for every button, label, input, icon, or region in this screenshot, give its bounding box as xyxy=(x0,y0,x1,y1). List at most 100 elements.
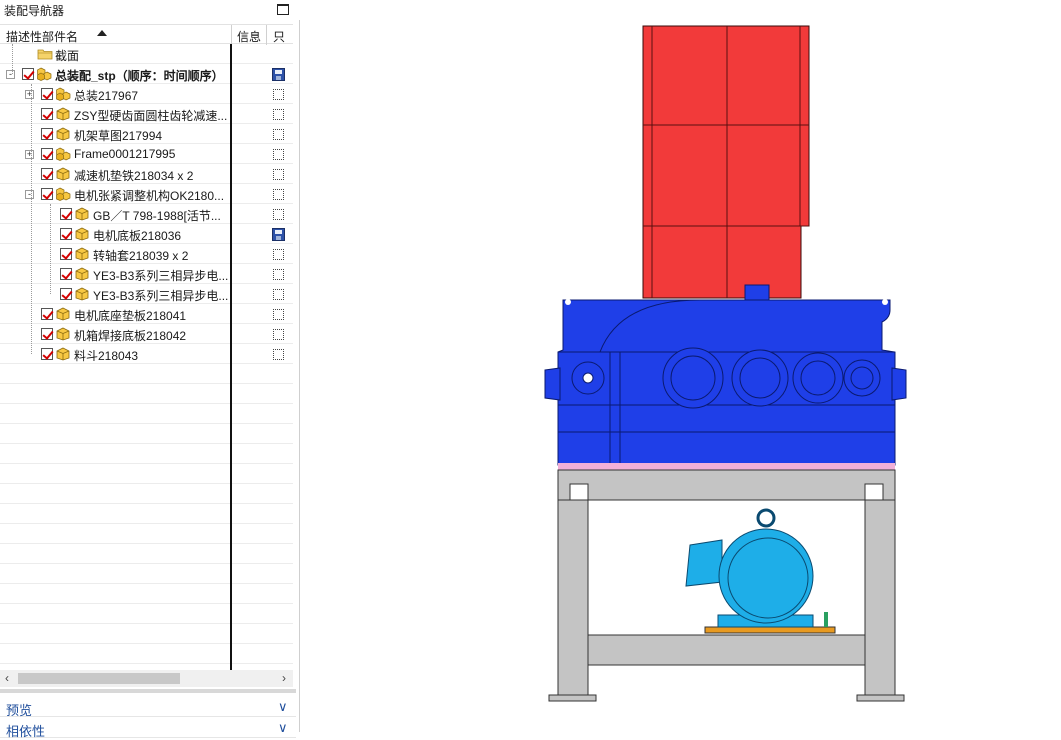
chevron-down-icon[interactable]: ∨ xyxy=(278,699,288,715)
tree-row[interactable]: 机箱焊接底板218042 xyxy=(0,324,293,344)
visibility-checkbox[interactable] xyxy=(41,348,53,360)
tree-row[interactable]: - 总装配_stp（顺序：时间顺序） xyxy=(0,64,293,84)
empty-row xyxy=(0,384,293,404)
tree-row[interactable]: YE3-B3系列三相异步电... xyxy=(0,264,293,284)
column-splitter[interactable] xyxy=(230,44,232,670)
tree-row[interactable]: 截面 xyxy=(0,44,293,64)
empty-row xyxy=(0,424,293,444)
visibility-checkbox[interactable] xyxy=(60,268,72,280)
panel-titlebar: 装配导航器 xyxy=(0,0,300,20)
scroll-left-icon[interactable]: ‹ xyxy=(5,671,9,685)
visibility-checkbox[interactable] xyxy=(60,248,72,260)
column-header-info[interactable]: 信息 xyxy=(237,28,261,45)
visibility-checkbox[interactable] xyxy=(41,308,53,320)
tree-row[interactable]: ZSY型硬齿面圆柱齿轮减速... xyxy=(0,104,293,124)
part-icon xyxy=(56,307,70,321)
part-icon xyxy=(75,207,89,221)
save-icon[interactable] xyxy=(272,228,285,241)
tree-row-label: 总装217967 xyxy=(74,89,139,103)
tree-row-label: 机架草图217994 xyxy=(74,129,163,143)
column-divider[interactable] xyxy=(231,25,232,45)
empty-row xyxy=(0,544,293,564)
tree-row[interactable]: + 总装217967 xyxy=(0,84,293,104)
empty-row xyxy=(0,564,293,584)
horizontal-scrollbar[interactable]: ‹ › xyxy=(0,670,293,687)
tree-row[interactable]: 转轴套218039 x 2 xyxy=(0,244,293,264)
assembly-tree: 截面 - 总装配_stp（顺序：时间顺序） + 总装217967 ZSY型硬齿面圆柱齿轮减… xyxy=(0,44,293,670)
scroll-right-icon[interactable]: › xyxy=(282,671,286,685)
empty-row xyxy=(0,404,293,424)
save-icon[interactable] xyxy=(272,68,285,81)
empty-row xyxy=(0,504,293,524)
visibility-checkbox[interactable] xyxy=(41,108,53,120)
assembly-navigator-panel: 装配导航器 描述性部件名 信息 只 截面 - 总装配_stp（顺序：时间顺序） + 总装… xyxy=(0,0,300,739)
collapse-icon[interactable]: - xyxy=(25,190,34,199)
visibility-checkbox[interactable] xyxy=(22,68,34,80)
visibility-checkbox[interactable] xyxy=(41,148,53,160)
visibility-checkbox[interactable] xyxy=(41,128,53,140)
readonly-status-icon xyxy=(273,109,284,120)
collapse-icon[interactable]: - xyxy=(6,70,15,79)
tree-row[interactable]: + Frame0001217995 xyxy=(0,144,293,164)
gearbox[interactable] xyxy=(544,284,907,466)
visibility-checkbox[interactable] xyxy=(41,168,53,180)
part-icon xyxy=(75,287,89,301)
part-icon xyxy=(75,267,89,281)
tree-row-label: 电机底座垫板218041 xyxy=(74,309,187,323)
visibility-checkbox[interactable] xyxy=(41,188,53,200)
visibility-checkbox[interactable] xyxy=(60,228,72,240)
empty-row xyxy=(0,584,293,604)
visibility-checkbox[interactable] xyxy=(41,328,53,340)
motor[interactable] xyxy=(685,508,836,634)
panel-splitter[interactable] xyxy=(0,689,296,693)
tree-row[interactable]: YE3-B3系列三相异步电... xyxy=(0,284,293,304)
scrollbar-thumb[interactable] xyxy=(18,673,180,684)
tree-row[interactable]: 电机底板218036 xyxy=(0,224,293,244)
empty-row xyxy=(0,604,293,624)
section-dependencies[interactable]: 相依性 ∨ xyxy=(0,718,296,739)
readonly-status-icon xyxy=(273,289,284,300)
gearbox-pad[interactable] xyxy=(558,463,895,470)
readonly-status-icon xyxy=(273,349,284,360)
assembly-model-view[interactable] xyxy=(300,0,1061,732)
section-preview[interactable]: 预览 ∨ xyxy=(0,697,296,718)
readonly-status-icon xyxy=(273,189,284,200)
readonly-status-icon xyxy=(273,89,284,100)
readonly-status-icon xyxy=(273,309,284,320)
tree-row-label: YE3-B3系列三相异步电... xyxy=(93,289,229,303)
tree-row[interactable]: 电机底座垫板218041 xyxy=(0,304,293,324)
visibility-checkbox[interactable] xyxy=(41,88,53,100)
maximize-icon[interactable] xyxy=(277,4,289,15)
visibility-checkbox[interactable] xyxy=(60,288,72,300)
tree-row-label: GB／T 798-1988[活节... xyxy=(93,209,221,223)
chevron-down-icon[interactable]: ∨ xyxy=(278,720,288,736)
empty-row xyxy=(0,364,293,384)
assembly-icon xyxy=(56,87,71,101)
column-header-readonly[interactable]: 只 xyxy=(273,28,285,45)
tree-connector xyxy=(12,44,13,74)
tree-row-label: 总装配_stp（顺序：时间顺序） xyxy=(55,69,224,83)
expand-icon[interactable]: + xyxy=(25,90,34,99)
visibility-checkbox[interactable] xyxy=(60,208,72,220)
part-icon xyxy=(56,347,70,361)
hopper[interactable] xyxy=(642,25,810,299)
section-preview-label: 预览 xyxy=(6,703,33,718)
column-divider[interactable] xyxy=(266,25,267,45)
tree-row-label: Frame0001217995 xyxy=(74,147,176,161)
column-header-name[interactable]: 描述性部件名 xyxy=(6,28,78,45)
readonly-status-icon xyxy=(273,269,284,280)
empty-row xyxy=(0,484,293,504)
readonly-status-icon xyxy=(273,149,284,160)
tree-row-label: 电机张紧调整机构OK2180... xyxy=(74,189,225,203)
tree-row[interactable]: 料斗218043 xyxy=(0,344,293,364)
sort-ascending-icon[interactable] xyxy=(97,30,107,36)
tree-row[interactable]: - 电机张紧调整机构OK2180... xyxy=(0,184,293,204)
part-icon xyxy=(56,127,70,141)
tree-row[interactable]: 机架草图217994 xyxy=(0,124,293,144)
tree-row[interactable]: GB／T 798-1988[活节... xyxy=(0,204,293,224)
readonly-status-icon xyxy=(273,329,284,340)
readonly-status-icon xyxy=(273,129,284,140)
graphics-viewport[interactable] xyxy=(300,0,1061,732)
tree-row[interactable]: 减速机垫铁218034 x 2 xyxy=(0,164,293,184)
expand-icon[interactable]: + xyxy=(25,150,34,159)
